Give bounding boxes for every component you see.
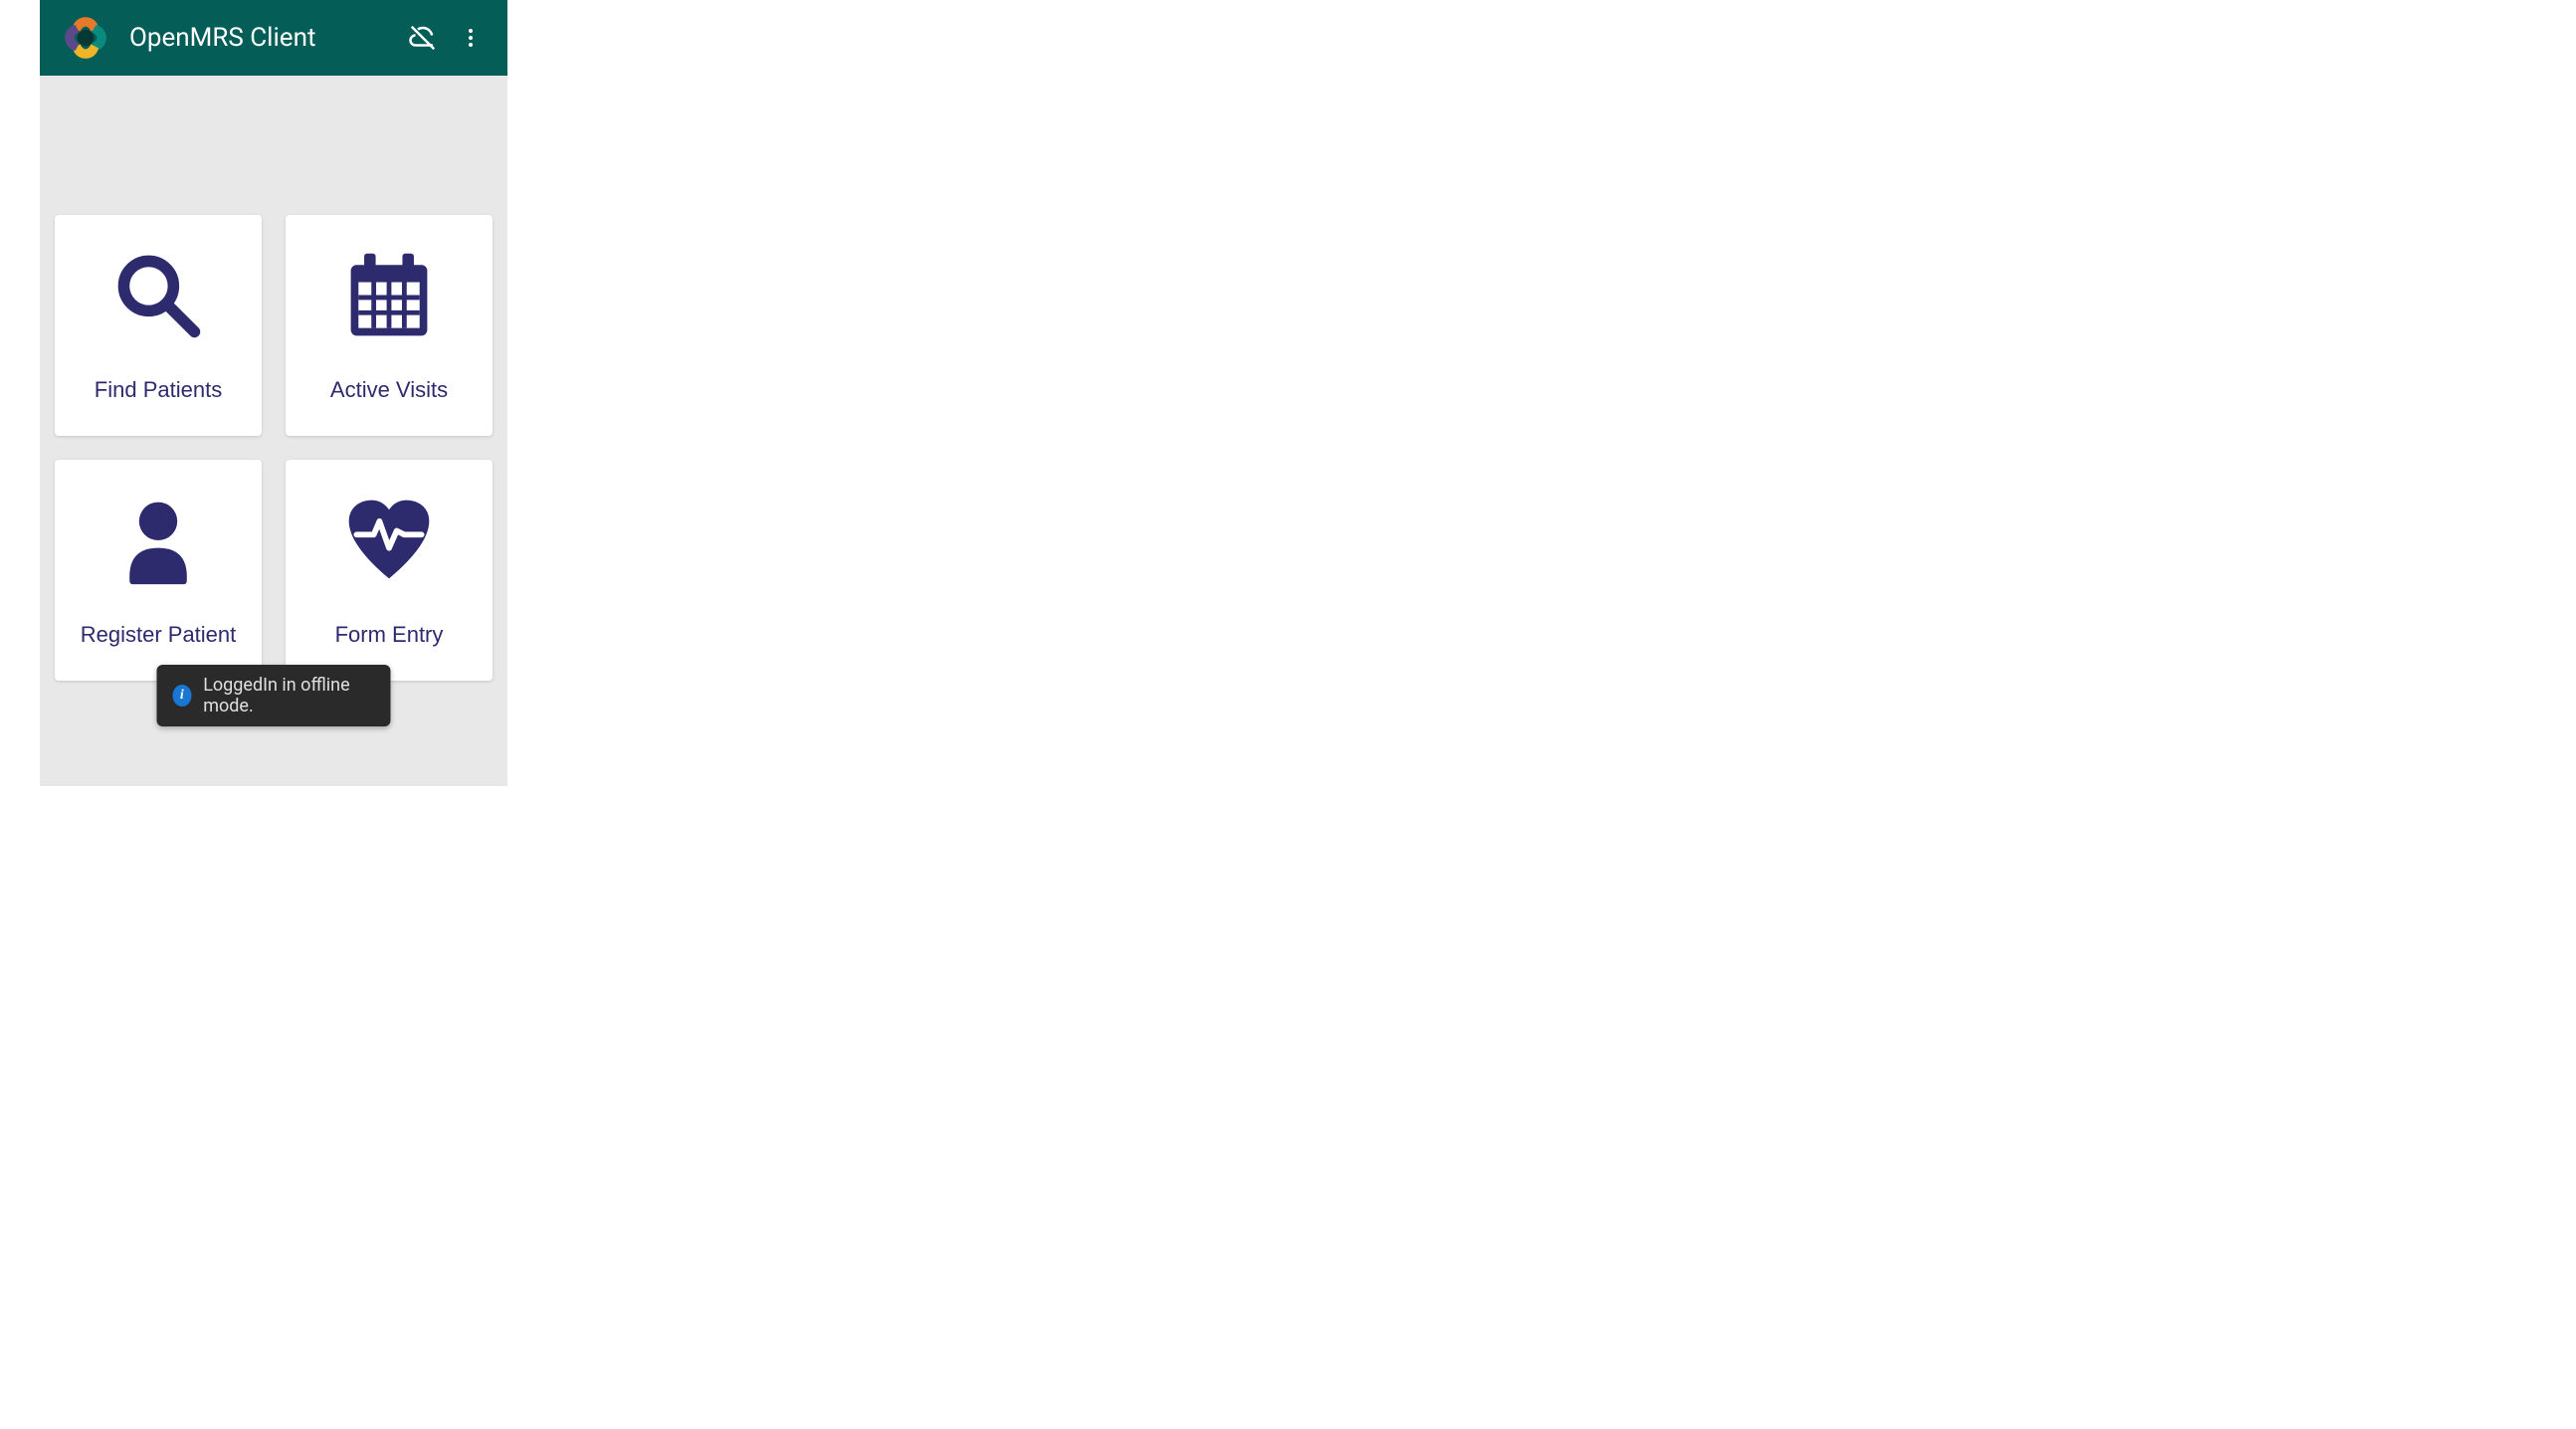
search-icon [110,248,206,343]
find-patients-tile[interactable]: Find Patients [55,215,262,436]
tile-label: Form Entry [335,622,444,648]
toast-notification: i LoggedIn in offline mode. [157,665,391,726]
cloud-off-icon[interactable] [406,21,440,55]
tile-label: Find Patients [95,377,222,403]
register-patient-tile[interactable]: Register Patient [55,460,262,681]
app-header: OpenMRS Client [40,0,507,76]
info-icon: i [173,685,192,707]
person-icon [110,493,206,588]
heart-pulse-icon [341,493,437,588]
tile-label: Register Patient [81,622,237,648]
dashboard-grid: Find Patients Active Visits [40,76,507,701]
toast-message: LoggedIn in offline mode. [203,675,374,716]
more-vert-icon[interactable] [454,21,488,55]
form-entry-tile[interactable]: Form Entry [286,460,493,681]
active-visits-tile[interactable]: Active Visits [286,215,493,436]
app-title: OpenMRS Client [129,23,392,53]
calendar-icon [341,248,437,343]
app-container: OpenMRS Client Find Patients [40,0,507,786]
openmrs-logo-icon [60,12,111,64]
tile-label: Active Visits [330,377,448,403]
